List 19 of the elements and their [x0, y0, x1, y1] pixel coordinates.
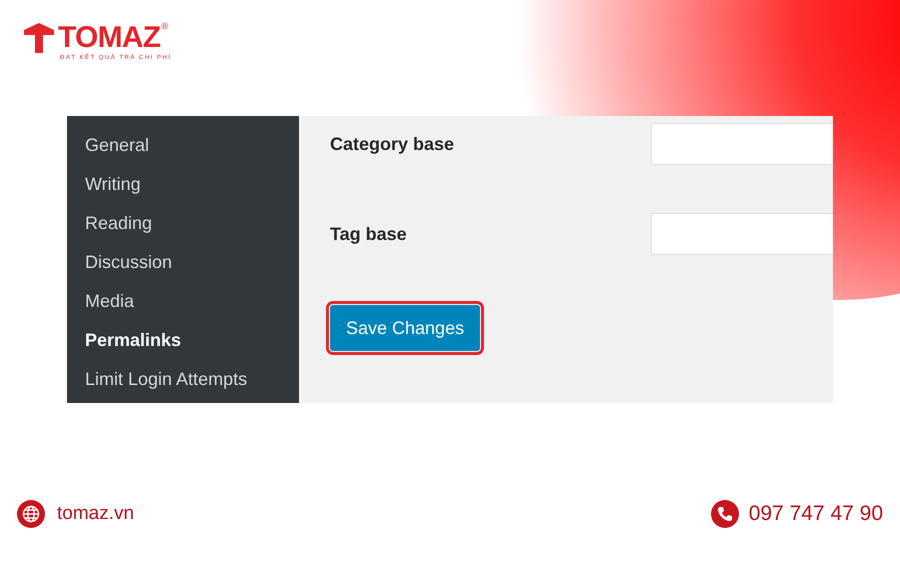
sidebar-item[interactable]: Reading: [85, 210, 299, 237]
phone-number: 097 747 47 90: [748, 501, 883, 527]
sidebar-item[interactable]: General: [85, 132, 299, 159]
save-button[interactable]: Save Changes: [330, 305, 480, 351]
registered-mark: ®: [161, 22, 168, 31]
sidebar-item[interactable]: Media: [85, 288, 299, 315]
sidebar-item[interactable]: Writing: [85, 171, 299, 198]
logo-icon: [22, 22, 56, 54]
phone-icon: [710, 500, 739, 528]
input-field[interactable]: [651, 123, 833, 165]
field-label: Category base: [330, 132, 454, 156]
sidebar-item[interactable]: Permalinks: [85, 327, 299, 354]
sidebar-item[interactable]: Limit Login Attempts: [85, 366, 299, 393]
field-label: Tag base: [330, 222, 407, 246]
website-text: tomaz.vn: [57, 502, 134, 526]
sidebar-item[interactable]: Discussion: [85, 249, 299, 276]
input-field[interactable]: [651, 213, 833, 255]
brand-name: TOMAZ: [58, 22, 160, 54]
globe-icon: [17, 500, 45, 528]
